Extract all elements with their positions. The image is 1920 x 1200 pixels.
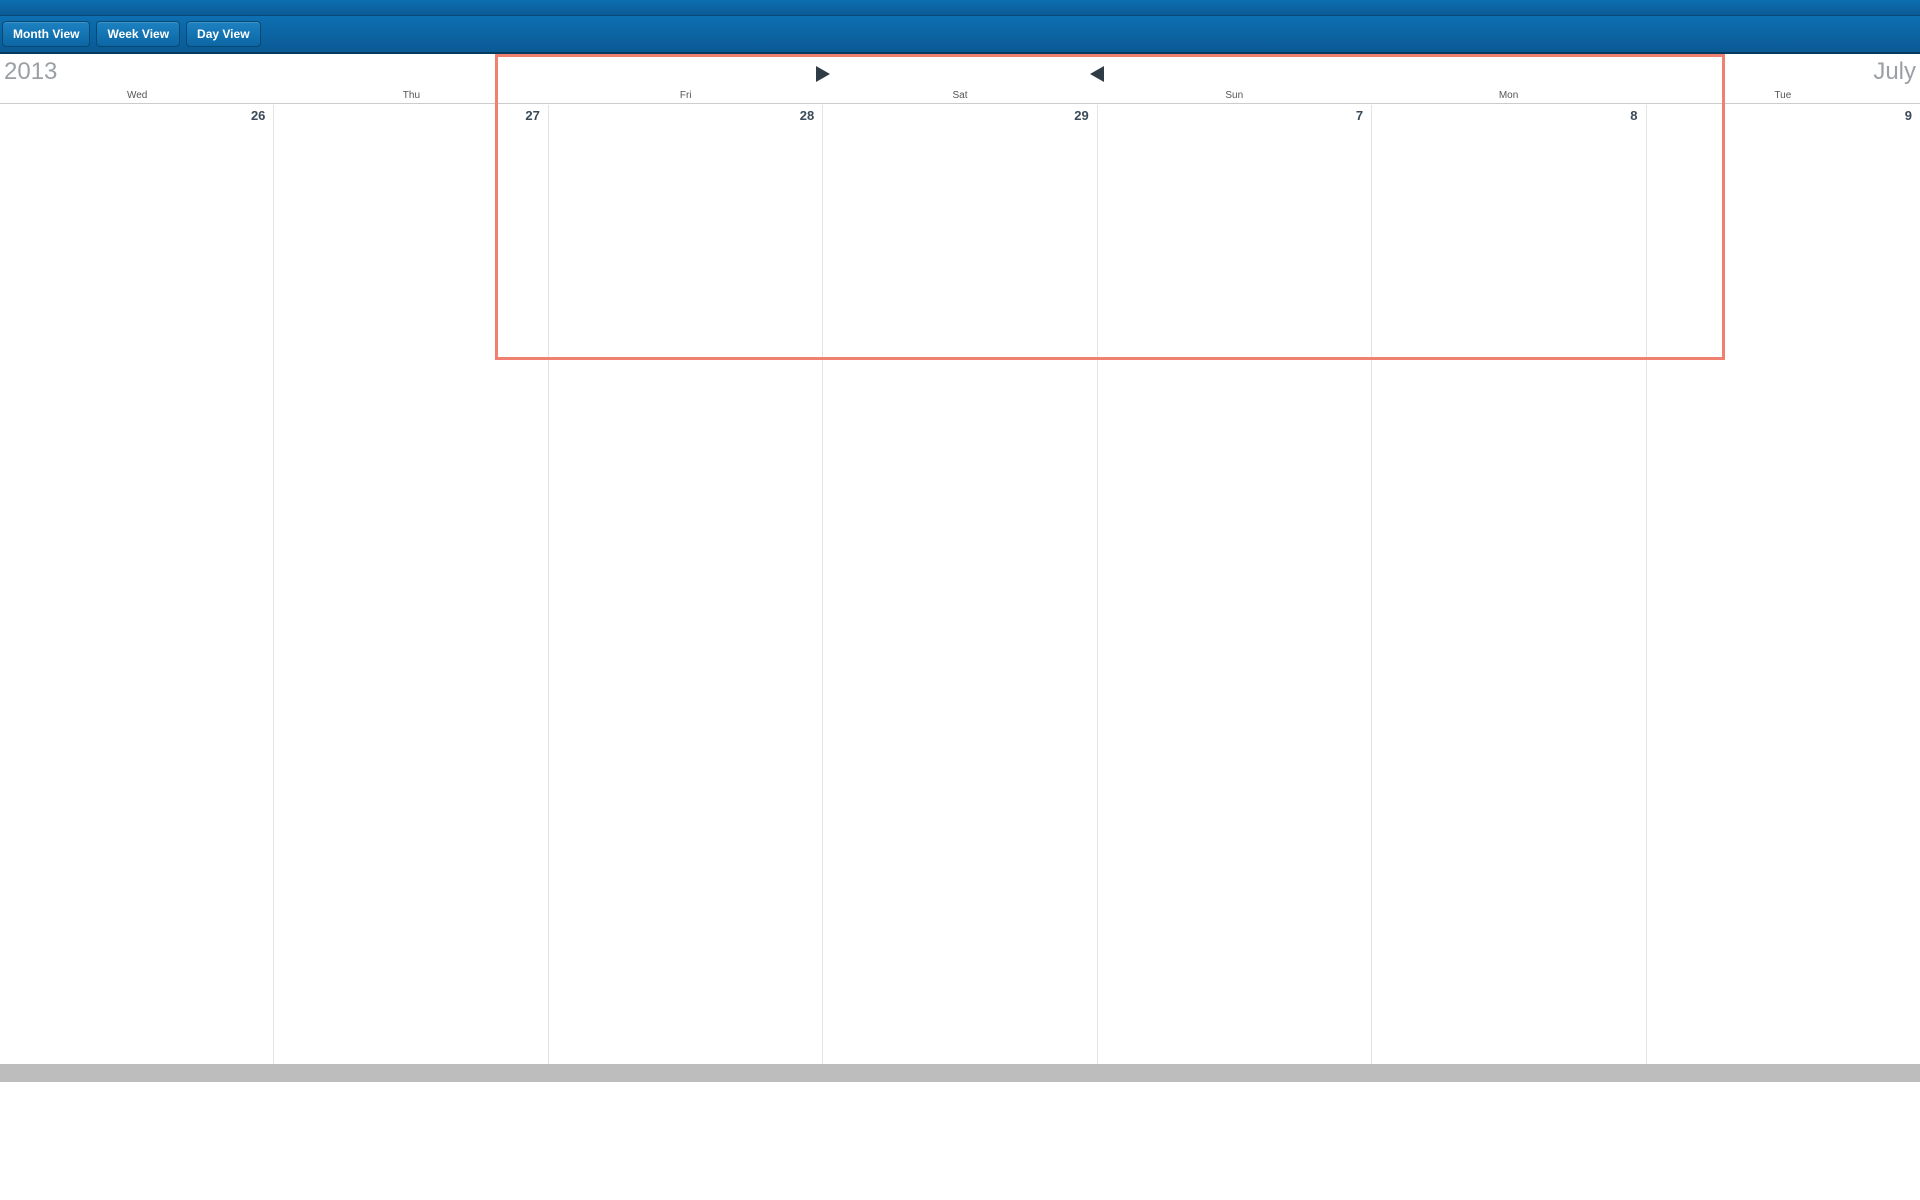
day-number: 27 xyxy=(525,108,539,123)
day-column[interactable]: 26 xyxy=(0,105,274,1064)
day-header-tue: Tue xyxy=(1646,90,1920,104)
day-header-wed: Wed xyxy=(0,90,274,104)
day-header-thu: Thu xyxy=(274,90,548,104)
day-header-fri: Fri xyxy=(549,90,823,104)
day-view-button[interactable]: Day View xyxy=(186,21,260,47)
day-column[interactable]: 29 xyxy=(823,105,1097,1064)
day-column[interactable]: 27 xyxy=(274,105,548,1064)
day-number: 28 xyxy=(800,108,814,123)
day-header-sun: Sun xyxy=(1097,90,1371,104)
week-view-button[interactable]: Week View xyxy=(96,21,180,47)
next-icon[interactable] xyxy=(816,66,830,82)
day-column[interactable]: 9 xyxy=(1647,105,1920,1064)
calendar-grid: 26 27 28 29 7 8 9 xyxy=(0,54,1920,1064)
day-number: 8 xyxy=(1630,108,1637,123)
day-number: 7 xyxy=(1356,108,1363,123)
day-header-sat: Sat xyxy=(823,90,1097,104)
footer-bar xyxy=(0,1064,1920,1082)
day-headers: Wed Thu Fri Sat Sun Mon Tue xyxy=(0,90,1920,104)
day-column[interactable]: 28 xyxy=(549,105,823,1064)
view-toolbar: Month View Week View Day View xyxy=(0,16,1920,54)
nav-arrows xyxy=(0,58,1920,82)
top-bar xyxy=(0,0,1920,16)
calendar-area: 2013 July Wed Thu Fri Sat Sun Mon Tue 26… xyxy=(0,54,1920,1064)
day-column[interactable]: 8 xyxy=(1372,105,1646,1064)
day-column[interactable]: 7 xyxy=(1098,105,1372,1064)
prev-icon[interactable] xyxy=(1090,66,1104,82)
day-number: 26 xyxy=(251,108,265,123)
day-number: 29 xyxy=(1074,108,1088,123)
day-number: 9 xyxy=(1905,108,1912,123)
day-header-mon: Mon xyxy=(1371,90,1645,104)
month-view-button[interactable]: Month View xyxy=(2,21,90,47)
